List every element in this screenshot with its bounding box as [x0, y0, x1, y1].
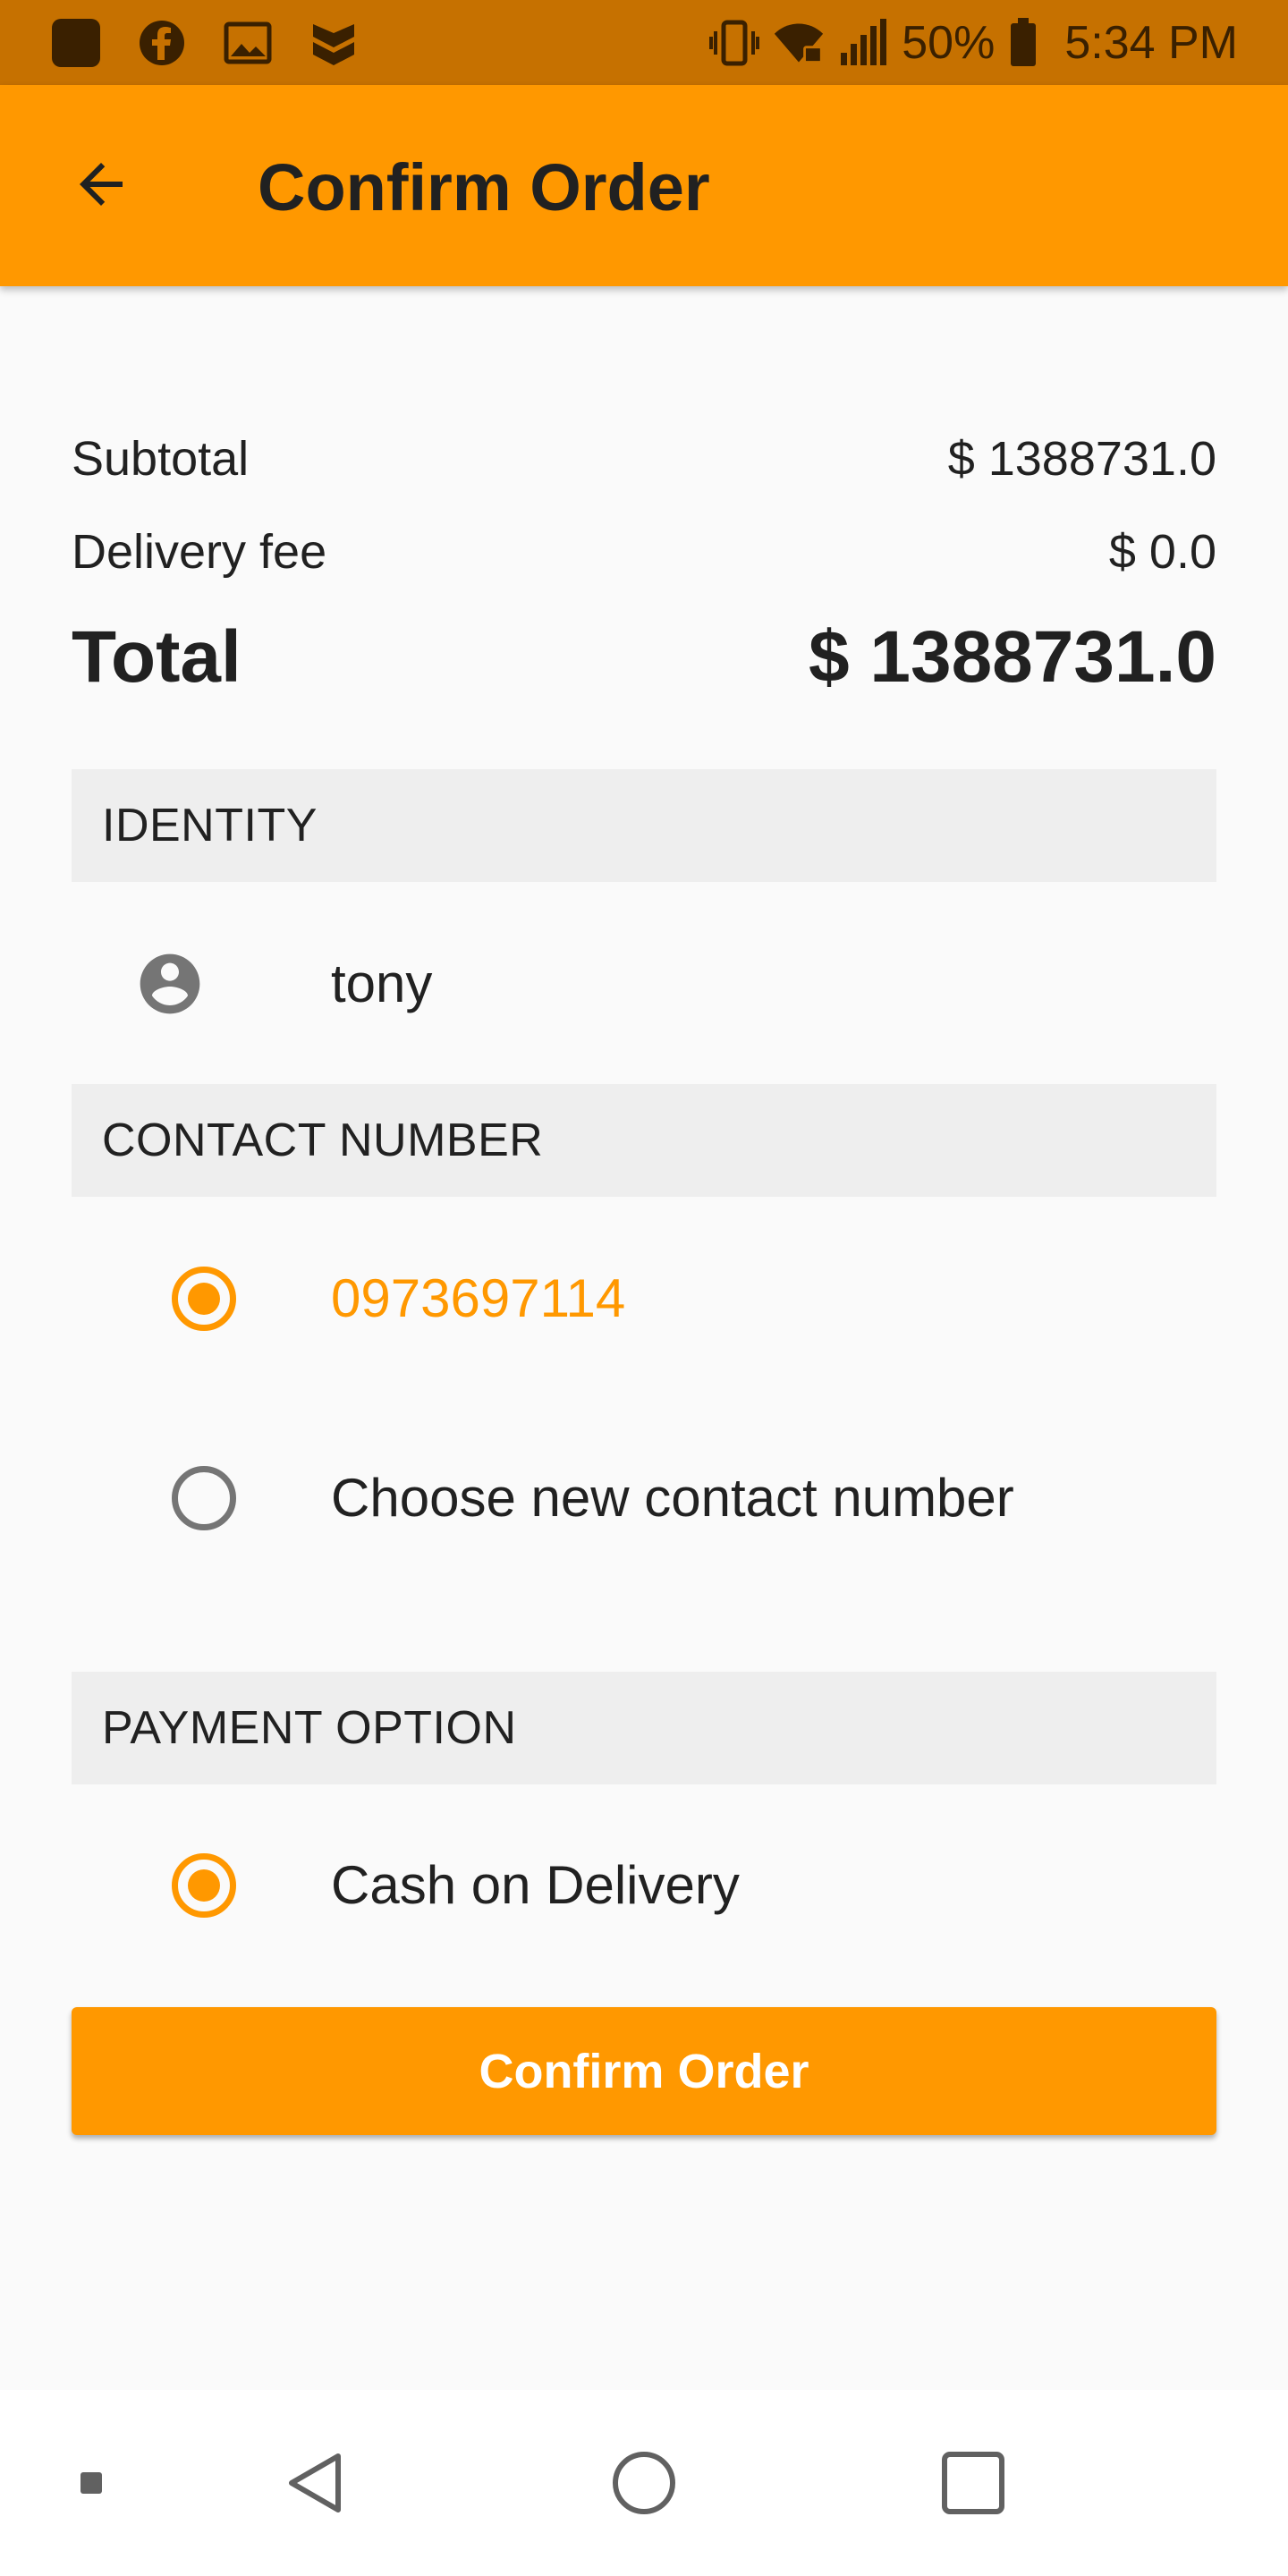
nav-home-icon[interactable]	[599, 2438, 689, 2528]
status-right: 50% 5:34 PM	[708, 16, 1238, 70]
total-value: $ 1388731.0	[808, 616, 1216, 698]
shield-badge-icon	[308, 17, 360, 69]
arrow-back-icon	[80, 163, 123, 206]
identity-name: tony	[331, 953, 433, 1013]
radio-checked-icon	[172, 1267, 236, 1331]
account-circle-icon	[134, 948, 206, 1020]
identity-row: tony	[72, 930, 1216, 1038]
app-bar: Confirm Order	[0, 85, 1288, 286]
status-left-icons	[50, 17, 360, 69]
radio-unchecked-icon	[172, 1466, 236, 1530]
delivery-fee-value: $ 0.0	[1108, 525, 1216, 579]
payment-option-header: PAYMENT OPTION	[72, 1672, 1216, 1784]
page-title: Confirm Order	[258, 150, 710, 225]
subtotal-row: Subtotal $ 1388731.0	[72, 428, 1216, 490]
navigation-bar	[0, 2390, 1288, 2576]
nav-recents-icon[interactable]	[928, 2438, 1018, 2528]
radio-checked-icon	[172, 1853, 236, 1918]
battery-icon	[1007, 17, 1039, 69]
delivery-fee-label: Delivery fee	[72, 525, 327, 579]
total-row: Total $ 1388731.0	[72, 613, 1216, 702]
identity-header: IDENTITY	[72, 769, 1216, 882]
app-square-icon	[50, 17, 102, 69]
small-square-icon[interactable]	[47, 2438, 136, 2528]
radio-contact-existing[interactable]	[168, 1263, 240, 1335]
total-label: Total	[72, 616, 242, 698]
contact-number-header: CONTACT NUMBER	[72, 1084, 1216, 1197]
contact-option-new[interactable]: Choose new contact number	[72, 1445, 1216, 1552]
vibrate-icon	[708, 17, 760, 69]
signal-icon	[837, 17, 889, 69]
subtotal-value: $ 1388731.0	[947, 432, 1216, 486]
nav-back-icon[interactable]	[270, 2438, 360, 2528]
payment-option-label: Cash on Delivery	[331, 1855, 740, 1915]
radio-payment-cod[interactable]	[168, 1850, 240, 1921]
image-icon	[222, 17, 274, 69]
battery-percent: 50%	[902, 16, 996, 69]
delivery-fee-row: Delivery fee $ 0.0	[72, 521, 1216, 583]
contact-number-value: 0973697114	[331, 1268, 626, 1328]
status-bar: 50% 5:34 PM	[0, 0, 1288, 85]
contact-option-existing[interactable]: 0973697114	[72, 1245, 1216, 1352]
facebook-icon	[136, 17, 188, 69]
wifi-locked-icon	[773, 17, 825, 69]
back-button[interactable]	[61, 144, 141, 225]
subtotal-label: Subtotal	[72, 432, 250, 486]
clock: 5:34 PM	[1064, 16, 1238, 69]
payment-option-cod[interactable]: Cash on Delivery	[72, 1832, 1216, 1939]
confirm-order-button[interactable]: Confirm Order	[72, 2007, 1216, 2135]
new-contact-label: Choose new contact number	[331, 1468, 1014, 1528]
radio-contact-new[interactable]	[168, 1462, 240, 1534]
